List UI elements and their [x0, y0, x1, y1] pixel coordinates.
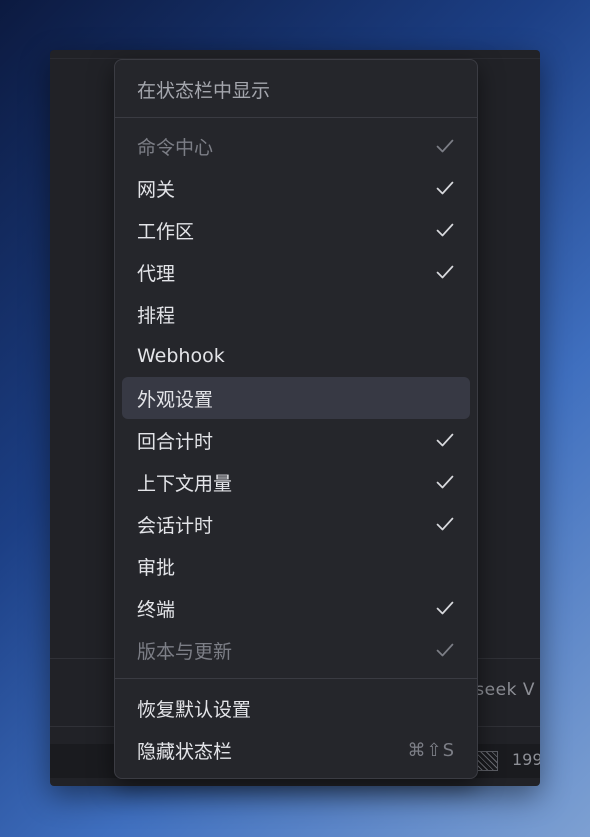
menu-item-version-updates[interactable]: 版本与更新: [122, 629, 470, 671]
menu-item-restore-defaults[interactable]: 恢复默认设置: [122, 687, 470, 729]
menu-item-terminal[interactable]: 终端: [122, 587, 470, 629]
checkmark-icon: [435, 598, 455, 618]
checkmark-icon: [435, 178, 455, 198]
menu-item-gateway[interactable]: 网关: [122, 167, 470, 209]
checkmark-icon: [435, 514, 455, 534]
menu-item-webhook[interactable]: Webhook: [122, 335, 470, 377]
menu-separator: [115, 117, 477, 118]
menu-item-label: 恢复默认设置: [137, 698, 252, 721]
menu-item-label: 审批: [137, 556, 176, 579]
checkmark-icon: [435, 640, 455, 660]
menu-header: 在状态栏中显示: [137, 80, 271, 102]
menu-item-label: 会话计时: [137, 514, 214, 537]
checkmark-icon: [435, 220, 455, 240]
menu-item-agent[interactable]: 代理: [122, 251, 470, 293]
checkmark-icon: [435, 430, 455, 450]
menu-item-appearance-settings[interactable]: 外观设置: [122, 377, 470, 419]
menu-item-label: 上下文用量: [137, 472, 233, 495]
menu-item-label: 命令中心: [137, 136, 214, 159]
status-bar-text: 199: [512, 750, 540, 769]
menu-item-label: 排程: [137, 304, 176, 327]
menu-item-turn-timer[interactable]: 回合计时: [122, 419, 470, 461]
menu-item-hide-status-bar[interactable]: 隐藏状态栏 ⌘⇧S: [122, 729, 470, 771]
menu-separator: [115, 678, 477, 679]
checkmark-icon: [435, 262, 455, 282]
menu-item-label: 外观设置: [137, 388, 214, 411]
menu-item-command-center[interactable]: 命令中心: [122, 125, 470, 167]
status-bar-context-menu: 在状态栏中显示 命令中心 网关 工作区 代理 排程 Webhook 外观设置 回…: [114, 59, 478, 779]
menu-item-session-timer[interactable]: 会话计时: [122, 503, 470, 545]
menu-item-approval[interactable]: 审批: [122, 545, 470, 587]
menu-item-label: 版本与更新: [137, 640, 233, 663]
checkmark-icon: [435, 472, 455, 492]
menu-item-workspace[interactable]: 工作区: [122, 209, 470, 251]
menu-item-label: 代理: [137, 262, 176, 285]
menu-item-label: 终端: [137, 598, 176, 621]
menu-item-label: 网关: [137, 178, 176, 201]
menu-item-label: Webhook: [137, 345, 225, 367]
keyboard-shortcut: ⌘⇧S: [407, 739, 455, 761]
menu-item-label: 回合计时: [137, 430, 214, 453]
menu-item-context-usage[interactable]: 上下文用量: [122, 461, 470, 503]
checkmark-icon: [435, 136, 455, 156]
menu-item-label: 隐藏状态栏: [137, 740, 233, 763]
menu-item-schedule[interactable]: 排程: [122, 293, 470, 335]
hatched-status-icon: [476, 751, 498, 771]
menu-item-label: 工作区: [137, 220, 195, 243]
